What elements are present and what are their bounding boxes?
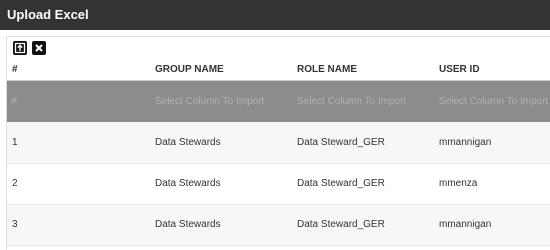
table-row: 2 Data Stewards Data Steward_GER mmenza [7, 163, 550, 205]
toolbar [13, 41, 46, 57]
role-name-cell: Data Steward_GER [291, 163, 433, 205]
column-header-group-name[interactable]: GROUP NAME [149, 59, 291, 81]
upload-button[interactable] [13, 41, 27, 55]
group-name-cell: Data Stewards [149, 204, 291, 246]
select-index-cell: # [7, 80, 149, 122]
close-button[interactable] [32, 41, 46, 55]
column-header-index: # [7, 59, 149, 81]
user-id-cell: mmannigan [433, 122, 550, 164]
select-column-group-name[interactable]: Select Column To Import [149, 80, 291, 122]
role-name-cell: Data Steward_GER [291, 204, 433, 246]
table-row: 1 Data Stewards Data Steward_GER mmannig… [7, 122, 550, 164]
window-title: Upload Excel [0, 0, 550, 30]
import-table: # GROUP NAME ROLE NAME USER ID # Select … [7, 59, 550, 246]
user-id-cell: mmenza [433, 163, 550, 205]
column-select-row: # Select Column To Import Select Column … [7, 80, 550, 122]
row-index: 3 [7, 204, 149, 246]
select-column-role-name[interactable]: Select Column To Import [291, 80, 433, 122]
group-name-cell: Data Stewards [149, 122, 291, 164]
table-row: 3 Data Stewards Data Steward_GER mmannig… [7, 204, 550, 246]
group-name-cell: Data Stewards [149, 163, 291, 205]
import-panel: # GROUP NAME ROLE NAME USER ID # Select … [6, 36, 550, 250]
user-id-cell: mmannigan [433, 204, 550, 246]
column-header-user-id[interactable]: USER ID [433, 59, 550, 81]
header-row: # GROUP NAME ROLE NAME USER ID [7, 59, 550, 81]
column-header-role-name[interactable]: ROLE NAME [291, 59, 433, 81]
upload-icon [14, 42, 26, 54]
close-icon [35, 44, 43, 52]
select-column-user-id[interactable]: Select Column To Import [433, 80, 550, 122]
row-index: 2 [7, 163, 149, 205]
role-name-cell: Data Steward_GER [291, 122, 433, 164]
row-index: 1 [7, 122, 149, 164]
